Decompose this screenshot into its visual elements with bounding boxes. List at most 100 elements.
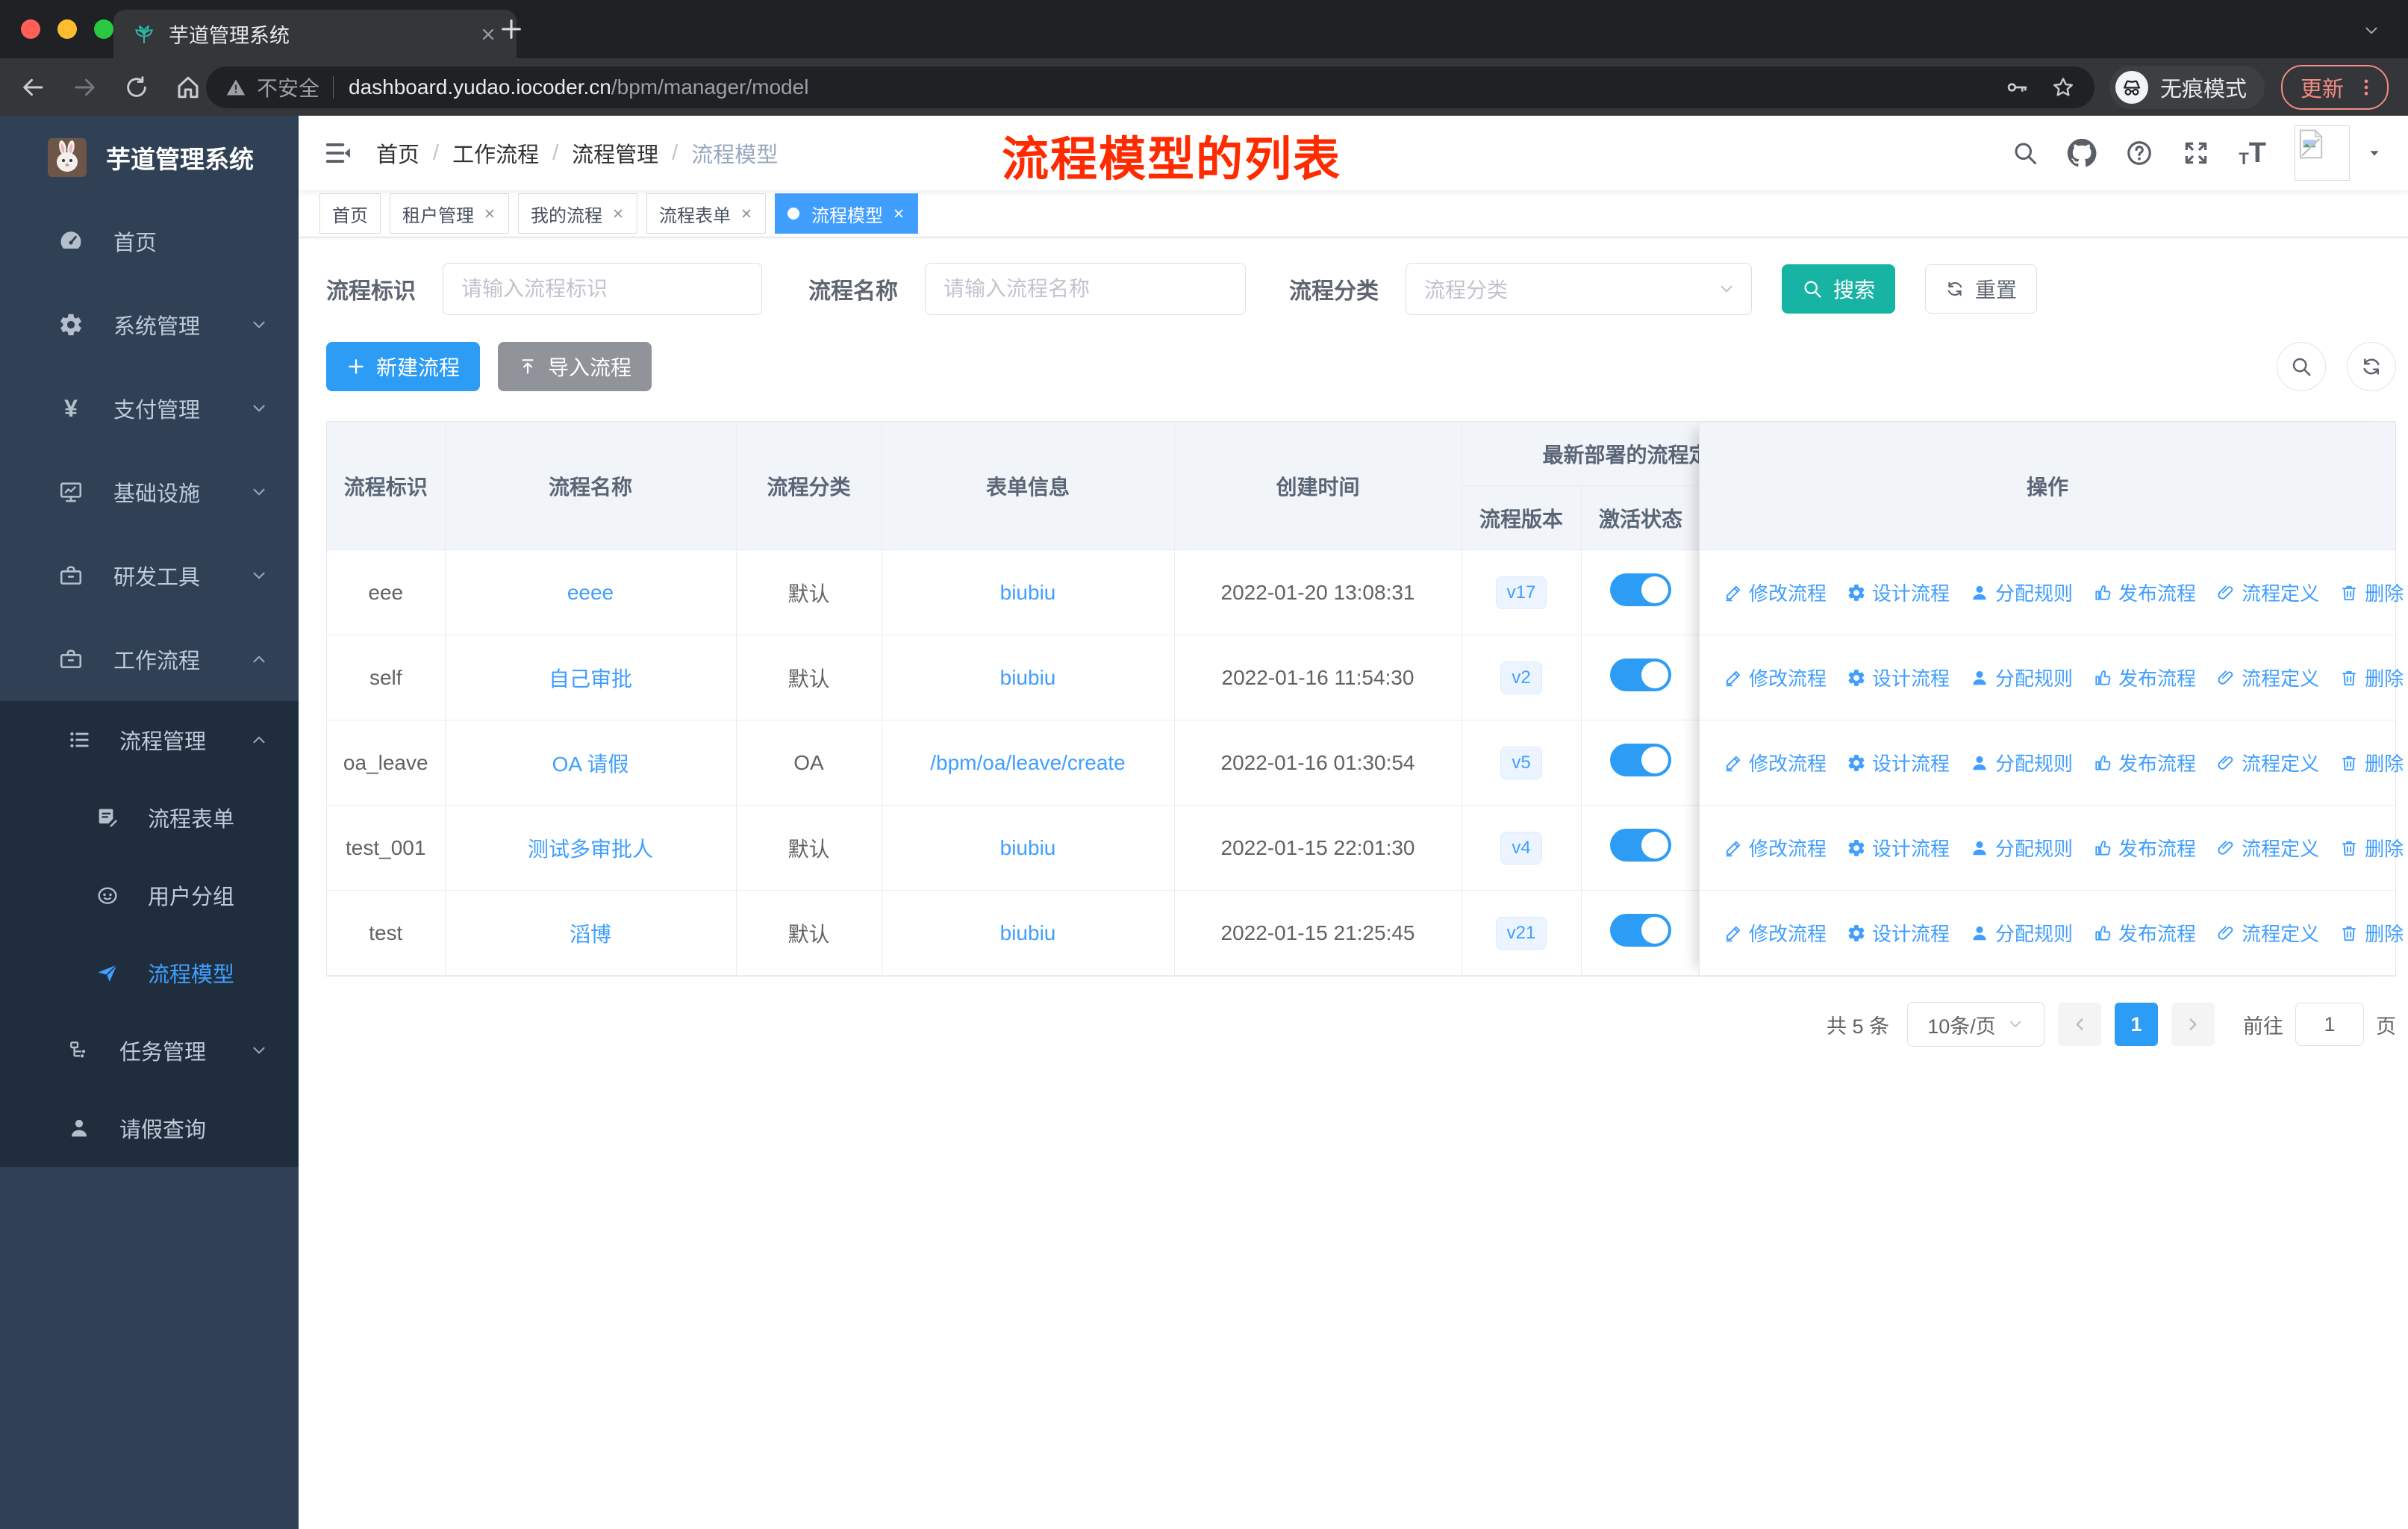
sidebar-item-user-group[interactable]: 用户分组	[0, 856, 299, 934]
active-toggle[interactable]	[1610, 658, 1671, 691]
form-info-link[interactable]: biubiu	[1000, 921, 1056, 944]
edit-model-link[interactable]: 修改流程	[1724, 834, 1827, 862]
version-badge[interactable]: v2	[1500, 661, 1542, 694]
browser-update-button[interactable]: 更新	[2280, 64, 2389, 110]
sidebar-item-workflow[interactable]: 工作流程	[0, 617, 299, 701]
delete-model-link[interactable]: 删除	[2339, 834, 2404, 862]
page-size-select[interactable]: 10条/页	[1907, 1002, 2044, 1047]
tag-process-model[interactable]: 流程模型	[775, 193, 918, 234]
prev-page-button[interactable]	[2058, 1003, 2101, 1046]
close-icon[interactable]	[740, 207, 753, 220]
next-page-button[interactable]	[2171, 1003, 2215, 1046]
publish-model-link[interactable]: 发布流程	[2093, 834, 2196, 862]
reset-button[interactable]: 重置	[1925, 264, 2038, 314]
avatar-caret-down-icon[interactable]	[2366, 145, 2383, 161]
assign-rule-link[interactable]: 分配规则	[1970, 749, 2073, 776]
search-button[interactable]: 搜索	[1782, 264, 1896, 314]
search-icon[interactable]	[2012, 140, 2039, 166]
window-zoom-button[interactable]	[94, 19, 113, 39]
sidebar-item-task-manage[interactable]: 任务管理	[0, 1012, 299, 1089]
breadcrumb-process-manage[interactable]: 流程管理	[572, 137, 658, 169]
model-name-link[interactable]: 测试多审批人	[528, 838, 653, 861]
version-badge[interactable]: v5	[1500, 746, 1542, 779]
current-page-button[interactable]: 1	[2115, 1003, 2158, 1046]
forward-button[interactable]	[72, 74, 99, 101]
process-definition-link[interactable]: 流程定义	[2216, 919, 2319, 947]
assign-rule-link[interactable]: 分配规则	[1970, 919, 2073, 947]
form-info-link[interactable]: /bpm/oa/leave/create	[930, 751, 1126, 774]
version-badge[interactable]: v21	[1495, 916, 1547, 950]
design-model-link[interactable]: 设计流程	[1847, 579, 1950, 606]
help-icon[interactable]	[2125, 139, 2153, 167]
close-icon[interactable]	[892, 207, 905, 220]
delete-model-link[interactable]: 删除	[2339, 919, 2404, 947]
sidebar-item-payment[interactable]: ¥ 支付管理	[0, 367, 299, 450]
window-close-button[interactable]	[21, 19, 40, 39]
design-model-link[interactable]: 设计流程	[1847, 834, 1950, 862]
active-toggle[interactable]	[1610, 829, 1671, 862]
category-select[interactable]: 流程分类	[1406, 263, 1752, 315]
delete-model-link[interactable]: 删除	[2339, 664, 2404, 691]
sidebar-item-infra[interactable]: 基础设施	[0, 450, 299, 534]
fullscreen-icon[interactable]	[2182, 139, 2210, 167]
breadcrumb-workflow[interactable]: 工作流程	[452, 137, 539, 169]
reload-button[interactable]	[124, 75, 149, 100]
model-name-link[interactable]: 自己审批	[549, 667, 632, 691]
assign-rule-link[interactable]: 分配规则	[1970, 664, 2073, 691]
publish-model-link[interactable]: 发布流程	[2093, 919, 2196, 947]
edit-model-link[interactable]: 修改流程	[1724, 919, 1827, 947]
new-tab-button[interactable]	[499, 16, 524, 42]
bookmark-star-icon[interactable]	[2051, 75, 2075, 99]
import-model-button[interactable]: 导入流程	[498, 342, 652, 391]
assign-rule-link[interactable]: 分配规则	[1970, 579, 2073, 606]
model-id-input[interactable]	[443, 263, 762, 315]
edit-model-link[interactable]: 修改流程	[1724, 579, 1827, 606]
hamburger-icon[interactable]	[324, 139, 352, 167]
toggle-search-button[interactable]	[2277, 342, 2326, 391]
tag-my-process[interactable]: 我的流程	[518, 193, 637, 234]
tab-close-icon[interactable]	[479, 25, 497, 43]
window-minimize-button[interactable]	[57, 19, 77, 39]
sidebar-item-devtools[interactable]: 研发工具	[0, 534, 299, 617]
sidebar-item-process-manage[interactable]: 流程管理	[0, 701, 299, 779]
password-key-icon[interactable]	[2005, 75, 2029, 99]
tag-process-form[interactable]: 流程表单	[646, 193, 766, 234]
avatar[interactable]	[2295, 125, 2350, 181]
address-bar[interactable]: 不安全 dashboard.yudao.iocoder.cn/bpm/manag…	[206, 66, 2094, 108]
form-info-link[interactable]: biubiu	[1000, 836, 1056, 859]
active-toggle[interactable]	[1610, 573, 1671, 606]
active-toggle[interactable]	[1610, 744, 1671, 776]
browser-tab[interactable]: 芋道管理系统	[113, 10, 517, 58]
sidebar-logo[interactable]: 芋道管理系统	[0, 116, 299, 199]
create-model-button[interactable]: 新建流程	[326, 342, 481, 391]
process-definition-link[interactable]: 流程定义	[2216, 834, 2319, 862]
refresh-table-button[interactable]	[2347, 342, 2396, 391]
github-icon[interactable]	[2067, 138, 2097, 168]
tag-tenant[interactable]: 租户管理	[390, 193, 509, 234]
sidebar-item-system[interactable]: 系统管理	[0, 283, 299, 367]
form-info-link[interactable]: biubiu	[1000, 581, 1056, 604]
form-info-link[interactable]: biubiu	[1000, 666, 1056, 689]
sidebar-item-process-model[interactable]: 流程模型	[0, 934, 299, 1012]
font-size-icon[interactable]: TT	[2239, 139, 2266, 167]
process-definition-link[interactable]: 流程定义	[2216, 749, 2319, 776]
back-button[interactable]	[19, 74, 46, 101]
sidebar-item-leave-query[interactable]: 请假查询	[0, 1089, 299, 1167]
process-definition-link[interactable]: 流程定义	[2216, 579, 2319, 606]
design-model-link[interactable]: 设计流程	[1847, 749, 1950, 776]
close-icon[interactable]	[611, 207, 625, 220]
sidebar-item-process-form[interactable]: 流程表单	[0, 779, 299, 856]
model-name-link[interactable]: OA 请假	[552, 753, 629, 776]
browser-menu-icon[interactable]	[2356, 77, 2377, 98]
process-definition-link[interactable]: 流程定义	[2216, 664, 2319, 691]
edit-model-link[interactable]: 修改流程	[1724, 664, 1827, 691]
edit-model-link[interactable]: 修改流程	[1724, 749, 1827, 776]
delete-model-link[interactable]: 删除	[2339, 579, 2404, 606]
model-name-input[interactable]	[925, 263, 1246, 315]
goto-page-input[interactable]	[2295, 1003, 2364, 1046]
model-name-link[interactable]: eeee	[567, 581, 614, 604]
tag-home[interactable]: 首页	[319, 193, 381, 234]
design-model-link[interactable]: 设计流程	[1847, 664, 1950, 691]
assign-rule-link[interactable]: 分配规则	[1970, 834, 2073, 862]
publish-model-link[interactable]: 发布流程	[2093, 664, 2196, 691]
